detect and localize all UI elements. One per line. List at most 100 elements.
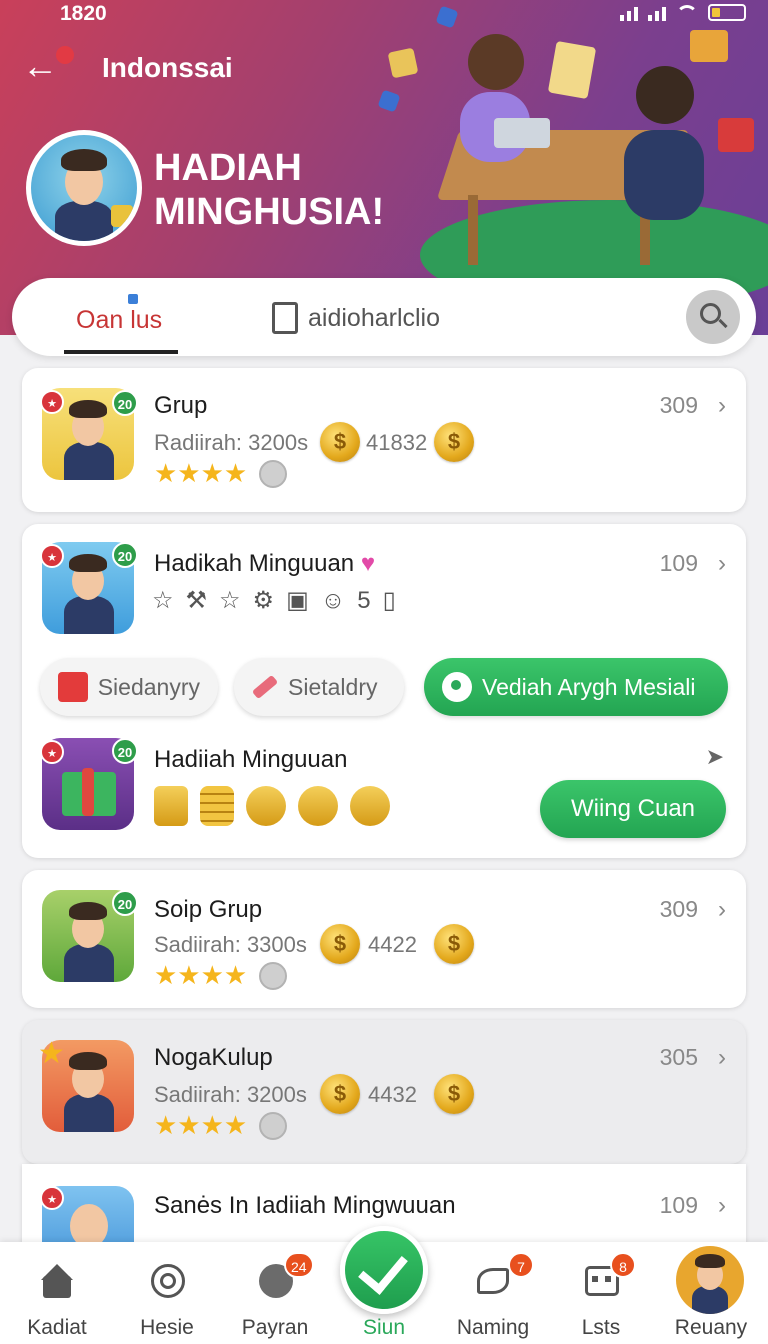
coin-icon: $: [434, 1074, 474, 1114]
card-count: 309: [659, 392, 698, 418]
adult-figure: [636, 66, 694, 124]
list-card-2: ★ 20 Hadikah Minguuan ♥ ☆ ⚒ ☆ ⚙ ▣ ☺ 5 ▯ …: [22, 524, 746, 858]
nav-item-hesie[interactable]: Hesie: [112, 1242, 222, 1344]
nav-item-reuany[interactable]: Reuany: [656, 1242, 766, 1344]
card-subtitle: Sadiirah: 3300s: [154, 932, 307, 957]
tab-underline: [64, 350, 178, 354]
laptop-icon: [494, 118, 550, 148]
search-button[interactable]: [686, 290, 740, 344]
card-decoration: [387, 47, 419, 79]
tab-active[interactable]: Oan lus: [76, 306, 162, 335]
person-icon: ☺: [320, 586, 346, 614]
card-count: 305: [659, 1044, 698, 1070]
status-icons: [620, 4, 746, 21]
app-title: Indonssai: [102, 52, 233, 83]
pill-siedanyry[interactable]: Siedanyry: [40, 658, 218, 716]
tab-second[interactable]: aidioharlclio: [272, 302, 440, 334]
gear-icon: ⚙: [252, 587, 275, 614]
target-icon: [149, 1262, 185, 1298]
grey-coin-icon: [259, 1112, 288, 1140]
chevron-right-icon: ›: [718, 1192, 726, 1219]
coin-icon: $: [434, 924, 474, 964]
level-badge: 20: [112, 890, 138, 916]
tab-bar: Oan lus aidioharlclio: [12, 278, 756, 356]
gift-icon: [690, 30, 728, 62]
chevron-right-icon[interactable]: ›: [718, 550, 726, 578]
star-outline-icon: ☆: [219, 587, 241, 614]
list-card-3[interactable]: 20 Soip Grup Sadiirah: 3300s $ 4422 $ ★★…: [22, 870, 746, 1008]
nav-item-kadiat[interactable]: Kadiat: [2, 1242, 112, 1344]
list-card-1[interactable]: ★ 20 Grup Radiirah: 3200s $ 41832 $ ★★★★…: [22, 368, 746, 512]
coin-icon: [350, 786, 390, 826]
gold-badge-icon: [246, 786, 286, 826]
hero-title: HADIAH MINGHUSIA!: [154, 147, 385, 233]
check-circle-icon: [442, 672, 472, 702]
status-bar: 1820: [0, 0, 768, 28]
coin-stack-icon: [200, 786, 234, 826]
leaf-icon: [475, 1262, 511, 1298]
tools-icon: ⚒: [185, 587, 208, 614]
home-icon: [39, 1262, 75, 1298]
pill-sietaldry[interactable]: Sietaldry: [234, 658, 404, 716]
coin-icon: $: [320, 422, 360, 462]
level-badge: 20: [112, 738, 138, 764]
level-badge: 20: [112, 542, 138, 568]
win-button[interactable]: Wiing Cuan: [540, 780, 726, 838]
tab-second-label: aidioharlclio: [308, 303, 441, 332]
grey-coin-icon: [259, 962, 288, 990]
hero-avatar: [26, 130, 142, 246]
level-badge: 20: [112, 390, 138, 416]
card-title: NogaKulup: [154, 1044, 273, 1071]
signal-icon: [620, 7, 638, 21]
card-decoration-2: [547, 40, 597, 100]
rating-stars: ★★★★: [154, 460, 288, 488]
coin-icon: $: [434, 422, 474, 462]
rating-stars: ★★★★: [154, 962, 288, 990]
wifi-icon: [676, 5, 698, 21]
grey-coin-icon: [259, 460, 288, 488]
coin-value: 4432: [368, 1082, 417, 1107]
avatar: [676, 1246, 744, 1314]
nav-badge: 24: [284, 1252, 314, 1278]
red-badge: ★: [40, 1186, 64, 1210]
notification-dot: [56, 46, 74, 64]
gold-badge-icon: [298, 786, 338, 826]
chevron-right-icon: ›: [718, 896, 726, 923]
card-subtitle: Sadiirah: 3200s: [154, 1082, 307, 1107]
trash-icon: ▯: [382, 587, 396, 614]
bag-icon: [272, 302, 298, 334]
coin-value: 4422: [368, 932, 417, 957]
card-subtitle: Radiirah: 3200s: [154, 430, 309, 455]
tag-icon: [251, 674, 279, 700]
gold-bar-icon: [154, 786, 188, 826]
star-badge-icon: ★: [38, 1037, 65, 1070]
red-badge: ★: [40, 740, 64, 764]
nav-item-payran[interactable]: 24 Payran: [220, 1242, 330, 1344]
nav-item-lsts[interactable]: 8 Lsts: [546, 1242, 656, 1344]
card-count: 109: [659, 550, 698, 576]
card-title: Soip Grup: [154, 896, 263, 923]
coin-icon: $: [320, 1074, 360, 1114]
list-card-4[interactable]: ★ NogaKulup Sadiirah: 3200s $ 4432 $ ★★★…: [22, 1020, 746, 1164]
pill-vediah-button[interactable]: Vediah Arygh Mesiali: [424, 658, 728, 716]
star-outline-icon: ☆: [152, 587, 174, 614]
calendar-icon: [58, 672, 88, 702]
battery-icon: [708, 4, 746, 21]
card-count: 309: [659, 896, 698, 922]
heart-icon: ♥: [360, 550, 376, 577]
check-fab-button[interactable]: [340, 1226, 428, 1314]
child-figure: [468, 34, 524, 90]
signal-icon-2: [648, 7, 666, 21]
box-icon: ▣: [286, 587, 309, 614]
status-time: 1820: [60, 2, 107, 25]
subcard-title: Hadiiah Minguuan: [154, 746, 348, 773]
icons-count: 5: [357, 586, 371, 614]
card-title: Hadikah Minguuan ♥: [154, 550, 376, 577]
send-icon[interactable]: ➤: [706, 744, 724, 770]
card-count: 109: [659, 1192, 698, 1218]
nav-badge: 8: [610, 1252, 636, 1278]
back-button[interactable]: ←: [22, 46, 74, 88]
nav-item-naming[interactable]: 7 Naming: [438, 1242, 548, 1344]
red-badge: ★: [40, 544, 64, 568]
feature-icons: ☆ ⚒ ☆ ⚙ ▣ ☺ 5 ▯: [152, 586, 396, 615]
